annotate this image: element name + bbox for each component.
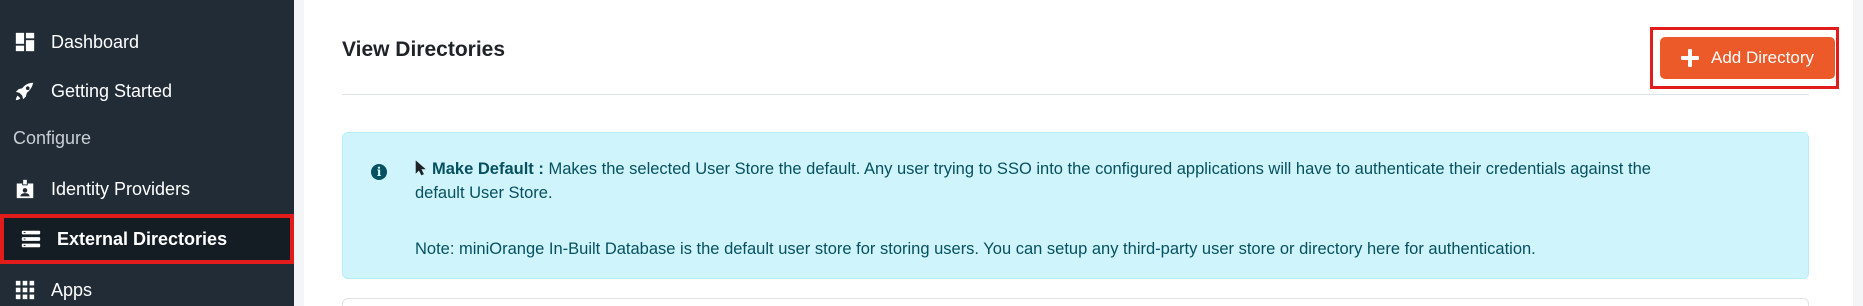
sidebar-item-getting-started[interactable]: Getting Started <box>0 66 294 116</box>
sidebar-item-label: External Directories <box>57 228 228 249</box>
title-divider <box>342 94 1809 95</box>
server-list-icon <box>19 227 43 251</box>
make-default-label: Make Default : <box>432 160 544 178</box>
plus-icon <box>1681 49 1699 67</box>
add-directory-label: Add Directory <box>1711 48 1814 67</box>
page-title: View Directories <box>342 38 506 61</box>
directories-card <box>342 298 1809 306</box>
sidebar-item-apps[interactable]: Apps <box>0 265 294 306</box>
sidebar-item-label: Getting Started <box>51 80 173 101</box>
sidebar: Dashboard Getting Started Configure Iden… <box>0 0 294 306</box>
info-text: Make Default : Makes the selected User S… <box>415 157 1695 205</box>
add-directory-button[interactable]: Add Directory <box>1660 37 1835 79</box>
sidebar-item-dashboard[interactable]: Dashboard <box>0 17 294 67</box>
sidebar-item-external-directories[interactable]: External Directories <box>0 214 294 264</box>
sidebar-item-label: Apps <box>51 279 93 300</box>
sidebar-item-label: Dashboard <box>51 31 140 52</box>
info-alert: i Make Default : Makes the selected User… <box>342 132 1809 279</box>
make-default-description: Makes the selected User Store the defaul… <box>415 160 1651 202</box>
grid-icon <box>13 278 37 302</box>
content-panel: View Directories Add Directory i Make De… <box>304 0 1853 306</box>
rocket-icon <box>13 79 37 103</box>
pointer-icon <box>415 160 426 176</box>
info-icon: i <box>371 164 387 180</box>
dashboard-icon <box>13 30 37 54</box>
sidebar-section-configure: Configure <box>13 128 92 148</box>
id-badge-icon <box>13 177 37 201</box>
info-note: Note: miniOrange In-Built Database is th… <box>415 240 1536 258</box>
sidebar-item-identity-providers[interactable]: Identity Providers <box>0 164 294 214</box>
sidebar-item-label: Identity Providers <box>51 178 191 199</box>
main-content: View Directories Add Directory i Make De… <box>294 0 1863 306</box>
